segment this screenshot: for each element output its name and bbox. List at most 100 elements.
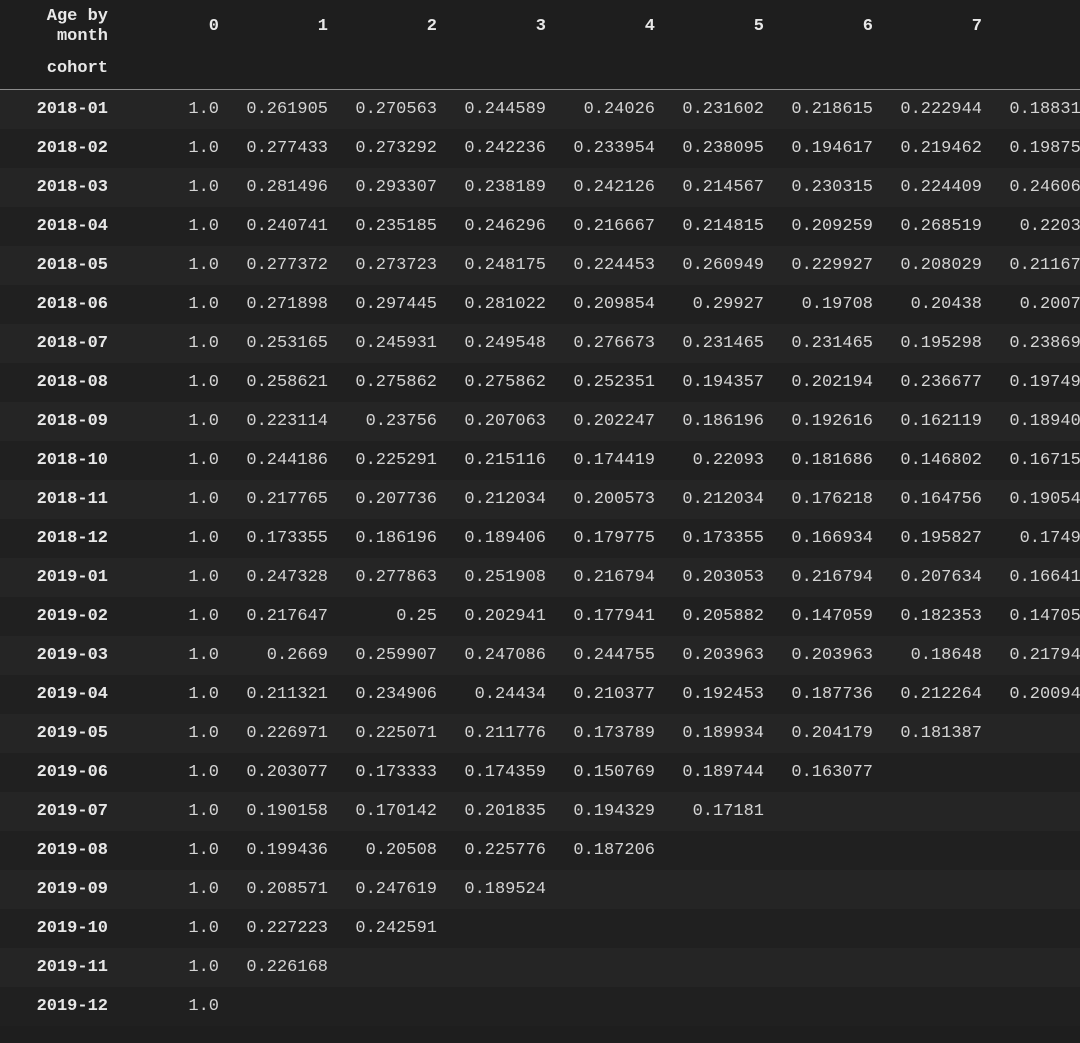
cell: 0.189524 bbox=[445, 870, 554, 909]
row-label: 2019-10 bbox=[0, 909, 118, 948]
cell: 0.195298 bbox=[881, 324, 990, 363]
cell: 0.297445 bbox=[336, 285, 445, 324]
cell: 0.207736 bbox=[336, 480, 445, 519]
cell bbox=[663, 948, 772, 987]
cell bbox=[881, 792, 990, 831]
row-label: 2018-03 bbox=[0, 168, 118, 207]
cell bbox=[772, 792, 881, 831]
cell: 0.163077 bbox=[772, 753, 881, 792]
cell: 0.202941 bbox=[445, 597, 554, 636]
cell: 0.219462 bbox=[881, 129, 990, 168]
cell: 0.244186 bbox=[227, 441, 336, 480]
cell: 0.179775 bbox=[554, 519, 663, 558]
cell: 0.240741 bbox=[227, 207, 336, 246]
cell: 0.176218 bbox=[772, 480, 881, 519]
cell bbox=[881, 831, 990, 870]
table-row: 2018-111.00.2177650.2077360.2120340.2005… bbox=[0, 480, 1080, 519]
cell: 0.253165 bbox=[227, 324, 336, 363]
table-row: 2018-041.00.2407410.2351850.2462960.2166… bbox=[0, 207, 1080, 246]
cohort-table: Age by month 0 1 2 3 4 5 6 7 8 cohort 20… bbox=[0, 0, 1080, 1026]
cell: 0.227223 bbox=[227, 909, 336, 948]
cell: 0.236677 bbox=[881, 363, 990, 402]
cell bbox=[772, 987, 881, 1026]
cell: 0.17181 bbox=[663, 792, 772, 831]
table-row: 2019-121.0 bbox=[0, 987, 1080, 1026]
cell: 0.202194 bbox=[772, 363, 881, 402]
cell: 0.20508 bbox=[336, 831, 445, 870]
cell: 0.192453 bbox=[663, 675, 772, 714]
cell bbox=[881, 870, 990, 909]
row-label: 2018-10 bbox=[0, 441, 118, 480]
row-label: 2018-02 bbox=[0, 129, 118, 168]
cell: 0.242126 bbox=[554, 168, 663, 207]
cell: 1.0 bbox=[118, 636, 227, 675]
cell: 0.147059 bbox=[990, 597, 1080, 636]
cell: 0.273723 bbox=[336, 246, 445, 285]
cell: 0.189406 bbox=[990, 402, 1080, 441]
row-label: 2018-11 bbox=[0, 480, 118, 519]
cell: 0.173355 bbox=[663, 519, 772, 558]
cell: 0.247619 bbox=[336, 870, 445, 909]
cell: 0.186196 bbox=[336, 519, 445, 558]
cell: 1.0 bbox=[118, 675, 227, 714]
index-axis-name: cohort bbox=[0, 48, 118, 88]
cell: 0.164756 bbox=[881, 480, 990, 519]
row-label: 2018-01 bbox=[0, 90, 118, 129]
cell: 0.203963 bbox=[663, 636, 772, 675]
cell: 0.217765 bbox=[227, 480, 336, 519]
cell: 0.251908 bbox=[445, 558, 554, 597]
cell: 0.212034 bbox=[663, 480, 772, 519]
cell: 0.230315 bbox=[772, 168, 881, 207]
table-row: 2019-091.00.2085710.2476190.189524 bbox=[0, 870, 1080, 909]
cell: 0.247328 bbox=[227, 558, 336, 597]
cell bbox=[663, 909, 772, 948]
row-label: 2018-08 bbox=[0, 363, 118, 402]
cell: 0.214815 bbox=[663, 207, 772, 246]
cell: 0.189934 bbox=[663, 714, 772, 753]
cell: 0.211679 bbox=[990, 246, 1080, 285]
cell bbox=[990, 792, 1080, 831]
cell bbox=[990, 831, 1080, 870]
cell bbox=[445, 909, 554, 948]
table-row: 2018-061.00.2718980.2974450.2810220.2098… bbox=[0, 285, 1080, 324]
cell: 0.187206 bbox=[554, 831, 663, 870]
cell: 0.174359 bbox=[445, 753, 554, 792]
cell: 0.217647 bbox=[227, 597, 336, 636]
cell: 0.235185 bbox=[336, 207, 445, 246]
table-row: 2018-101.00.2441860.2252910.2151160.1744… bbox=[0, 441, 1080, 480]
col-header: 1 bbox=[227, 0, 336, 48]
cell: 0.260949 bbox=[663, 246, 772, 285]
cell bbox=[663, 870, 772, 909]
cell: 0.231602 bbox=[663, 90, 772, 129]
cell: 0.244755 bbox=[554, 636, 663, 675]
row-label: 2019-09 bbox=[0, 870, 118, 909]
cell: 0.216667 bbox=[554, 207, 663, 246]
cell: 0.225776 bbox=[445, 831, 554, 870]
cell: 0.22093 bbox=[663, 441, 772, 480]
table-row: 2018-091.00.2231140.237560.2070630.20224… bbox=[0, 402, 1080, 441]
col-header: 2 bbox=[336, 0, 445, 48]
cell: 0.238095 bbox=[663, 129, 772, 168]
col-header: 3 bbox=[445, 0, 554, 48]
table-row: 2019-061.00.2030770.1733330.1743590.1507… bbox=[0, 753, 1080, 792]
cell bbox=[554, 870, 663, 909]
cell bbox=[881, 909, 990, 948]
cell: 0.29927 bbox=[663, 285, 772, 324]
cell: 1.0 bbox=[118, 207, 227, 246]
cell: 0.271898 bbox=[227, 285, 336, 324]
cell: 0.194617 bbox=[772, 129, 881, 168]
cell: 1.0 bbox=[118, 168, 227, 207]
cell: 0.192616 bbox=[772, 402, 881, 441]
cell: 0.242236 bbox=[445, 129, 554, 168]
row-label: 2019-01 bbox=[0, 558, 118, 597]
cell: 0.2669 bbox=[227, 636, 336, 675]
cell: 0.258621 bbox=[227, 363, 336, 402]
cell: 0.229927 bbox=[772, 246, 881, 285]
cell: 0.174419 bbox=[554, 441, 663, 480]
cell bbox=[445, 948, 554, 987]
cell: 0.25 bbox=[336, 597, 445, 636]
cell: 0.189406 bbox=[445, 519, 554, 558]
cell: 1.0 bbox=[118, 285, 227, 324]
cell: 0.17496 bbox=[990, 519, 1080, 558]
cell: 0.216794 bbox=[554, 558, 663, 597]
